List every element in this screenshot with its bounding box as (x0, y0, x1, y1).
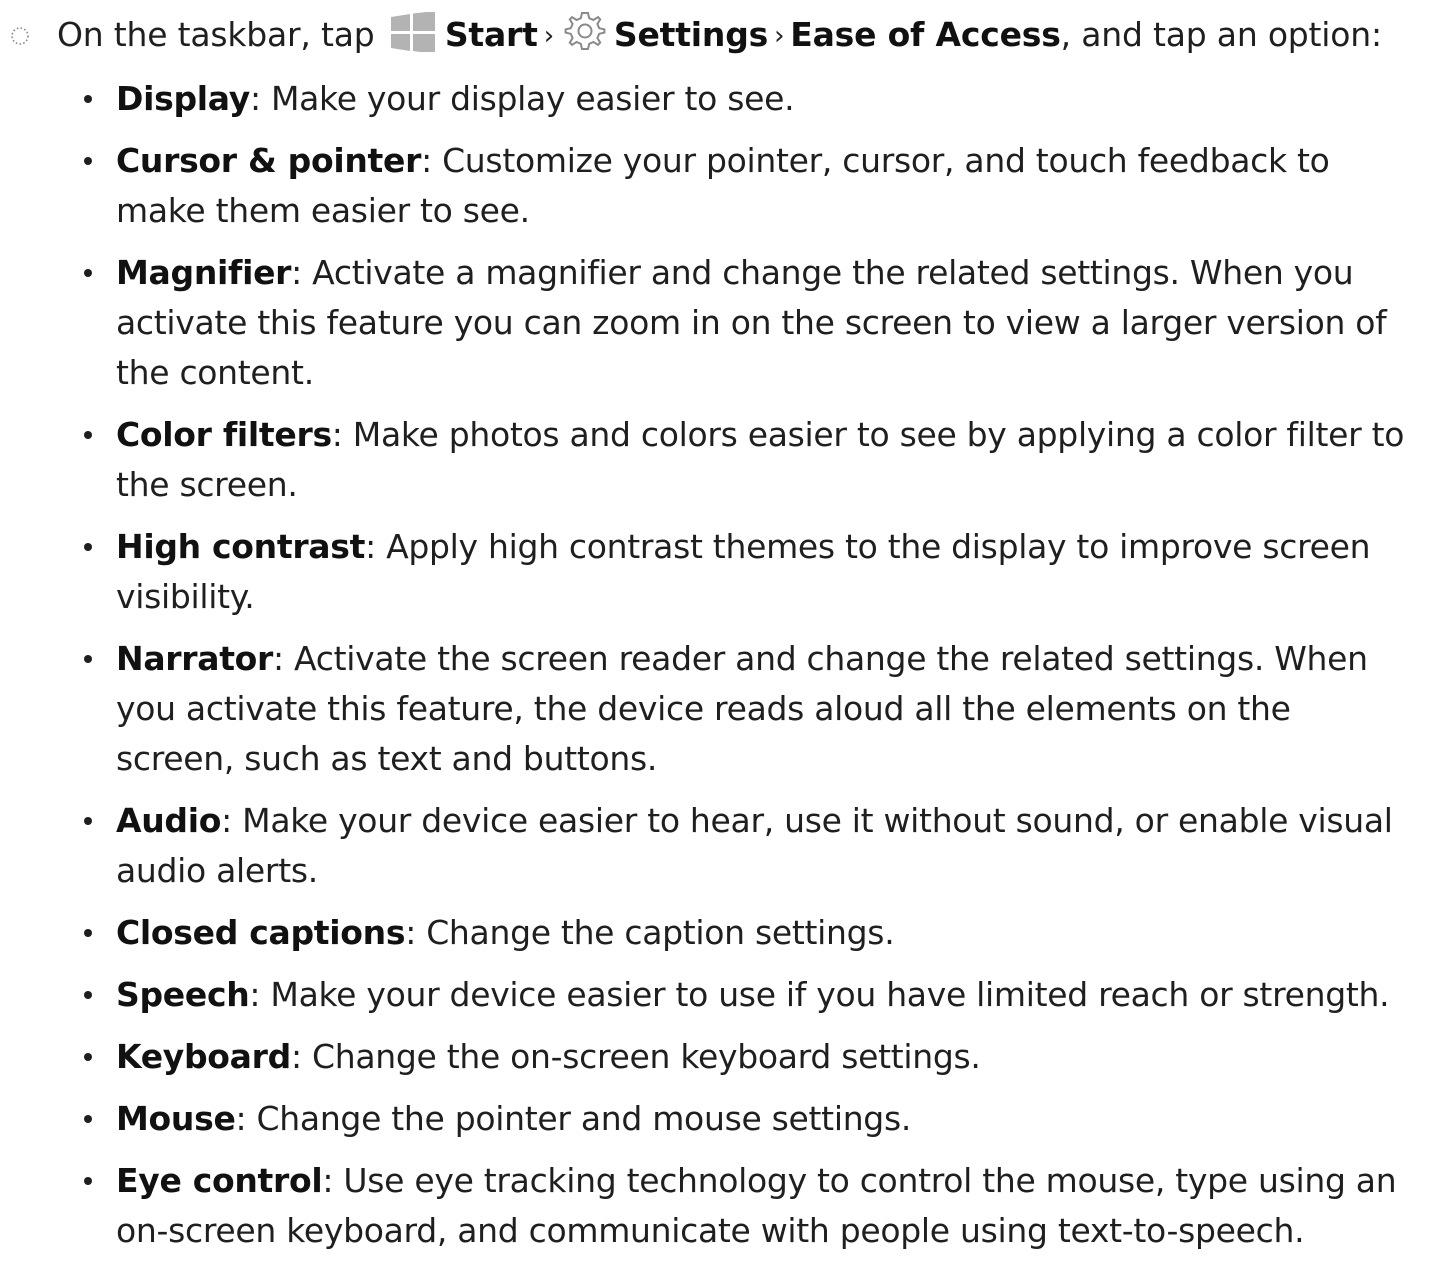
option-term: Eye control (116, 1161, 323, 1200)
instruction-step: On the taskbar, tap Start › Settings › Ease… (0, 6, 1429, 65)
windows-start-icon (390, 12, 435, 52)
option-term: Closed captions (116, 913, 406, 952)
breadcrumb-separator: › (543, 21, 554, 51)
option-term: Speech (116, 975, 250, 1014)
bullet-icon (84, 1177, 92, 1185)
bullet-icon (84, 269, 92, 277)
settings-label: Settings (613, 15, 769, 54)
list-item: Narrator: Activate the screen reader and… (0, 634, 1429, 784)
accessibility-instructions-page: On the taskbar, tap Start › Settings › Ease… (0, 0, 1429, 1250)
ease-of-access-options-list: Display: Make your display easier to see… (0, 74, 1429, 1268)
list-item: Display: Make your display easier to see… (0, 74, 1429, 124)
bullet-icon (84, 157, 92, 165)
instruction-line: On the taskbar, tap Start › Settings › Ease… (0, 6, 1429, 65)
option-description: : Activate a magnifier and change the re… (116, 253, 1387, 392)
option-description: : Change the on-screen keyboard settings… (290, 1037, 981, 1076)
option-term: Color filters (116, 415, 332, 454)
list-item: Closed captions: Change the caption sett… (0, 908, 1429, 958)
ease-of-access-label: Ease of Access (790, 15, 1061, 54)
breadcrumb-separator: › (774, 21, 785, 51)
list-item: Keyboard: Change the on-screen keyboard … (0, 1032, 1429, 1082)
instruction-intro: On the taskbar, tap (57, 15, 375, 54)
bullet-icon (84, 929, 92, 937)
option-description: : Change the pointer and mouse settings. (235, 1099, 912, 1138)
option-term: Display (116, 79, 250, 118)
instruction-outro: , and tap an option: (1060, 15, 1382, 54)
list-item: High contrast: Apply high contrast theme… (0, 522, 1429, 622)
list-item: Eye control: Use eye tracking technology… (0, 1156, 1429, 1256)
option-term: Mouse (116, 1099, 236, 1138)
gear-icon (564, 12, 606, 50)
list-item: Speech: Make your device easier to use i… (0, 970, 1429, 1020)
list-item: Mouse: Change the pointer and mouse sett… (0, 1094, 1429, 1144)
option-term: Magnifier (116, 253, 292, 292)
bullet-icon (84, 1053, 92, 1061)
bullet-icon (84, 95, 92, 103)
option-term: Cursor & pointer (116, 141, 422, 180)
option-description: : Make your display easier to see. (249, 79, 795, 118)
list-item: Cursor & pointer: Customize your pointer… (0, 136, 1429, 236)
bullet-icon (84, 431, 92, 439)
list-item: Audio: Make your device easier to hear, … (0, 796, 1429, 896)
option-description: : Change the caption settings. (405, 913, 895, 952)
bullet-icon (84, 543, 92, 551)
dotted-circle-icon (11, 27, 29, 45)
list-item: Color filters: Make photos and colors ea… (0, 410, 1429, 510)
list-item: Magnifier: Activate a magnifier and chan… (0, 248, 1429, 398)
bullet-icon (84, 655, 92, 663)
option-description: : Make your device easier to use if you … (249, 975, 1390, 1014)
bullet-icon (84, 991, 92, 999)
bullet-icon (84, 817, 92, 825)
start-label: Start (444, 15, 538, 54)
option-term: Audio (116, 801, 222, 840)
bullet-icon (84, 1115, 92, 1123)
option-term: High contrast (116, 527, 366, 566)
option-description: : Make your device easier to hear, use i… (116, 801, 1393, 890)
option-description: : Activate the screen reader and change … (116, 639, 1368, 778)
option-term: Narrator (116, 639, 274, 678)
option-term: Keyboard (116, 1037, 291, 1076)
